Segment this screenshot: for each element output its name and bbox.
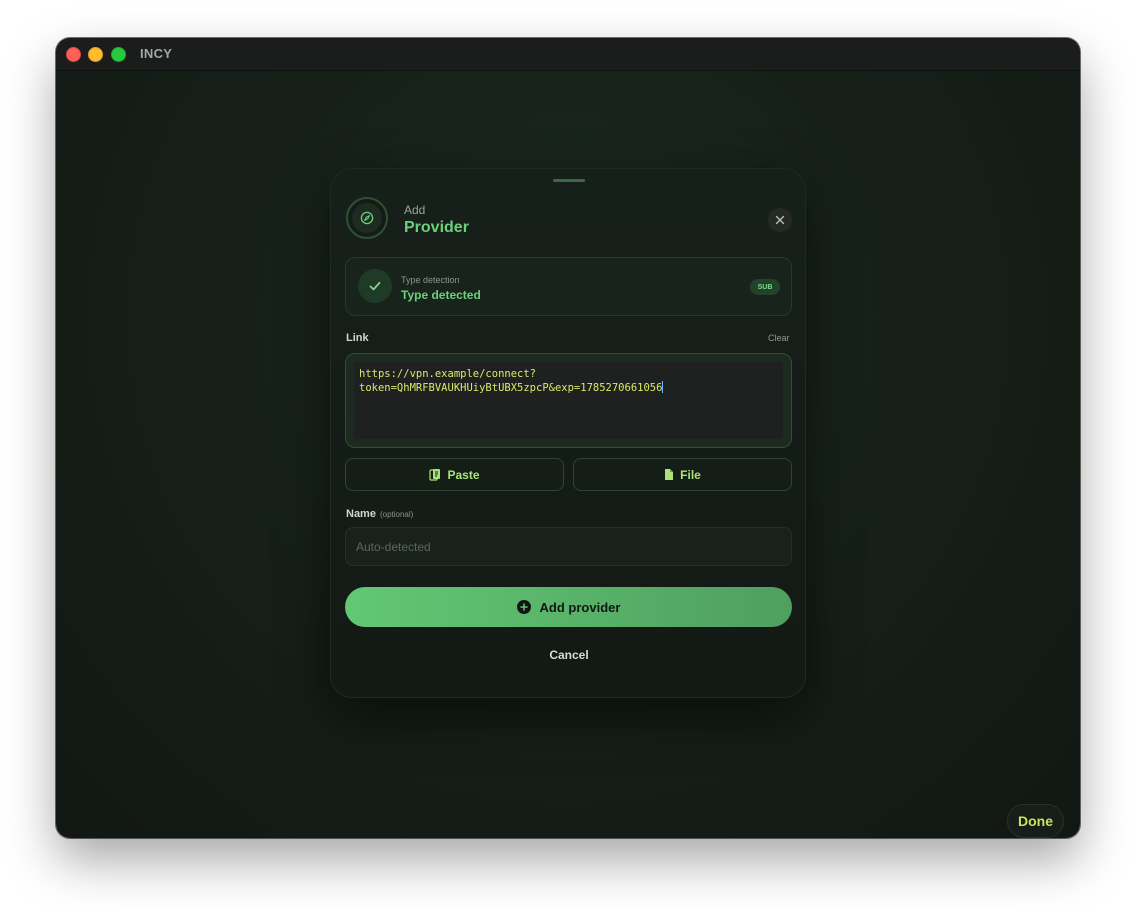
add-provider-button[interactable]: Add provider [345,587,792,627]
add-provider-dialog: Add Provider Type detection Type detecte… [330,168,806,698]
text-caret [662,381,664,393]
link-input-text: https://vpn.example/connect? token=QhMRF… [359,368,663,394]
type-detection-card: Type detection Type detected SUB [345,257,792,316]
zoom-window-button[interactable] [111,47,126,62]
close-dialog-button[interactable] [768,208,792,232]
clipboard-icon [429,468,441,481]
name-label-text: Name [346,508,376,520]
link-input[interactable]: https://vpn.example/connect? token=QhMRF… [354,362,783,439]
app-title: INCY [140,46,173,61]
dialog-title: Provider [404,219,469,236]
app-window: INCY Add Provider Type detection Type de… [56,38,1080,838]
compass-icon [360,211,374,225]
provider-icon-badge [346,197,388,239]
detection-status-badge [358,269,392,303]
optional-hint: (optional) [379,510,414,519]
title-bar: INCY [56,38,1080,71]
link-label: Link [346,332,369,344]
done-button[interactable]: Done [1007,804,1064,838]
add-provider-label: Add provider [539,599,621,615]
paste-button[interactable]: Paste [345,458,564,491]
minimize-window-button[interactable] [88,47,103,62]
clear-link-button[interactable]: Clear [768,333,790,343]
close-window-button[interactable] [66,47,81,62]
name-input[interactable] [345,527,792,566]
close-icon [775,215,785,225]
type-badge: SUB [750,279,780,295]
drag-handle[interactable] [553,179,585,182]
file-button[interactable]: File [573,458,792,491]
checkmark-icon [369,281,381,291]
plus-circle-icon [516,600,531,614]
detection-label: Type detection [401,275,460,285]
cancel-button[interactable]: Cancel [331,648,807,662]
file-button-label: File [680,467,701,482]
detection-value: Type detected [401,288,481,302]
name-label: Name (optional) [346,508,413,520]
document-icon [665,469,674,480]
dialog-subtitle: Add [404,203,426,217]
paste-button-label: Paste [447,467,480,482]
link-field-container: https://vpn.example/connect? token=QhMRF… [345,353,792,448]
